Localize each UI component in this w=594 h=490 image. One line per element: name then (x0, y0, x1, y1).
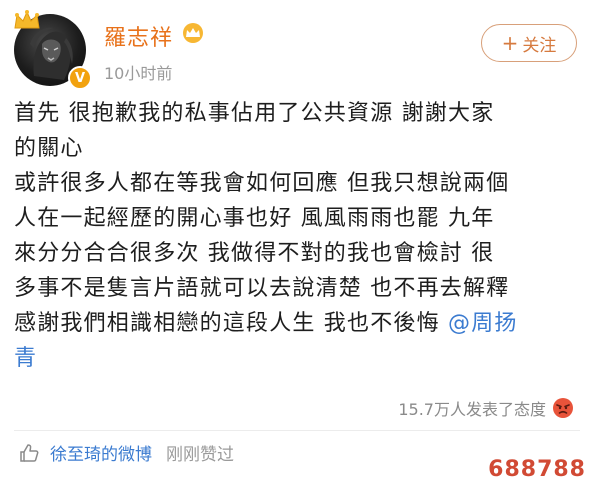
vip-crown-icon[interactable] (180, 22, 206, 44)
thumbs-up-icon[interactable] (18, 442, 40, 464)
angry-face-icon (553, 398, 573, 418)
divider (14, 430, 580, 431)
like-row: 徐至琦的微博 刚刚赞过 (18, 440, 234, 465)
post-line: 的關心 (14, 136, 84, 161)
post-line: 或許很多人都在等我會如何回應 但我只想說兩個 (14, 171, 510, 196)
reaction-count-text: 15.7万人发表了态度 (398, 400, 546, 419)
user-name[interactable]: 羅志祥 (104, 20, 173, 52)
verified-v-icon: V (68, 66, 92, 90)
post-line: 多事不是隻言片語就可以去說清楚 也不再去解釋 (14, 276, 510, 301)
follow-button[interactable]: + 关注 (481, 24, 577, 62)
crown-icon (14, 10, 40, 29)
post-line-with-mention: 感謝我們相識相戀的這段人生 我也不後悔 @周扬 (14, 306, 584, 341)
watermark-text: 688788 (488, 457, 586, 482)
plus-icon: + (501, 31, 519, 55)
post-body: 首先 很抱歉我的私事佔用了公共資源 謝謝大家 的關心 或許很多人都在等我會如何回… (14, 96, 584, 376)
mention-link[interactable]: @周扬 (448, 311, 518, 336)
post-line: 人在一起經歷的開心事也好 風風雨雨也罷 九年 (14, 206, 495, 231)
liked-status: 刚刚赞过 (166, 445, 234, 465)
avatar-container[interactable]: V (14, 10, 92, 90)
post-line-text: 感謝我們相識相戀的這段人生 我也不後悔 (14, 311, 448, 336)
liker-name-link[interactable]: 徐至琦的微博 (50, 440, 152, 465)
reaction-summary[interactable]: 15.7万人发表了态度 (398, 396, 574, 420)
post-header: V 羅志祥 10小时前 + 关注 (0, 0, 594, 92)
follow-label: 关注 (522, 35, 557, 56)
mention-link-continued[interactable]: 青 (14, 341, 584, 376)
post-line: 來分分合合很多次 我做得不對的我也會檢討 很 (14, 241, 495, 266)
post-time: 10小时前 (104, 64, 173, 83)
post-line: 首先 很抱歉我的私事佔用了公共資源 謝謝大家 (14, 101, 495, 126)
